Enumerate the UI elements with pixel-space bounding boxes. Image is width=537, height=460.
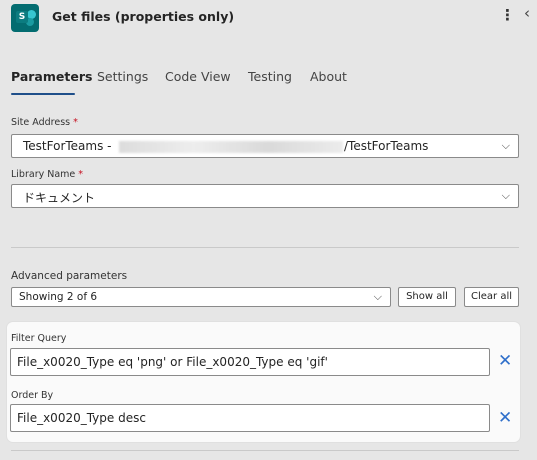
redacted-site-url <box>119 141 343 153</box>
filter-query-input[interactable]: File_x0020_Type eq 'png' or File_x0020_T… <box>10 348 490 376</box>
close-icon[interactable]: ✕ <box>498 351 512 371</box>
order-by-input[interactable]: File_x0020_Type desc <box>10 404 490 432</box>
site-address-label: Site Address * <box>11 117 78 128</box>
library-name-dropdown[interactable]: ドキュメント ⌵ <box>11 184 519 208</box>
chevron-left-icon[interactable]: ‹ <box>524 4 530 22</box>
bottom-divider <box>11 450 519 451</box>
site-address-value-prefix: TestForTeams - <box>23 139 112 153</box>
filter-query-label: Filter Query <box>11 333 67 344</box>
tab-testing[interactable]: Testing <box>248 69 292 84</box>
clear-all-button[interactable]: Clear all <box>464 287 519 307</box>
tab-about[interactable]: About <box>310 69 347 84</box>
section-divider <box>11 247 519 248</box>
chevron-down-icon: ⌵ <box>501 139 510 152</box>
chevron-down-icon: ⌵ <box>501 189 510 202</box>
active-tab-indicator <box>11 93 75 95</box>
filter-query-value: File_x0020_Type eq 'png' or File_x0020_T… <box>17 355 328 369</box>
order-by-value: File_x0020_Type desc <box>17 411 146 425</box>
action-title: Get files (properties only) <box>52 9 235 24</box>
tab-settings[interactable]: Settings <box>97 69 148 84</box>
close-icon[interactable]: ✕ <box>498 408 512 428</box>
more-options-icon[interactable]: ⋮ <box>500 6 515 24</box>
sharepoint-icon: S <box>11 4 39 32</box>
library-name-value: ドキュメント <box>23 191 96 205</box>
tab-parameters[interactable]: Parameters <box>11 69 92 84</box>
site-address-dropdown[interactable]: TestForTeams - /TestForTeams ⌵ <box>11 134 519 158</box>
tab-code-view[interactable]: Code View <box>165 69 231 84</box>
library-name-label: Library Name * <box>11 169 84 180</box>
chevron-down-icon: ⌵ <box>373 290 382 303</box>
site-address-value-suffix: /TestForTeams <box>344 139 429 153</box>
show-all-button[interactable]: Show all <box>398 287 456 307</box>
advanced-parameters-value: Showing 2 of 6 <box>19 291 98 303</box>
advanced-parameters-dropdown[interactable]: Showing 2 of 6 ⌵ <box>11 287 391 307</box>
advanced-parameters-label: Advanced parameters <box>11 270 128 282</box>
order-by-label: Order By <box>11 390 54 401</box>
